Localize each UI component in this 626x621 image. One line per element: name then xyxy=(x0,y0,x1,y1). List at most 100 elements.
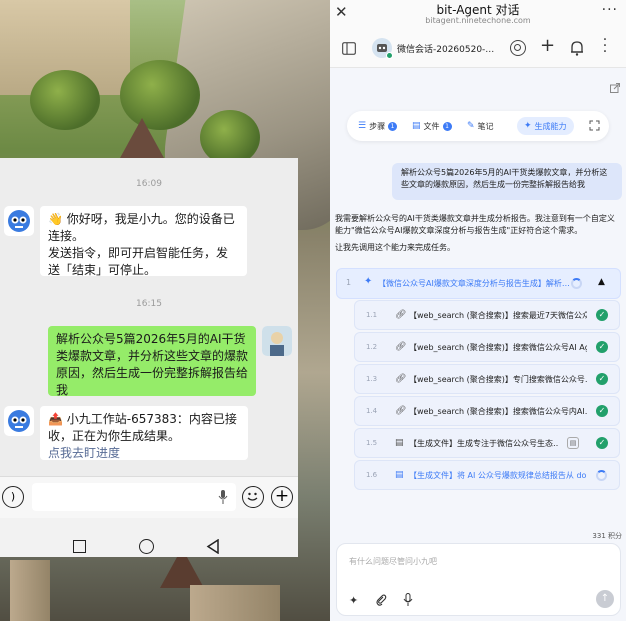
sparkle-icon: ✦ xyxy=(364,276,373,287)
session-title[interactable]: 微信会话-20260520-… xyxy=(397,42,494,55)
sparkle-icon: ✦ xyxy=(524,121,532,131)
step-number: 1 xyxy=(346,278,352,287)
user-avatar-icon xyxy=(262,326,292,356)
sidebar-toggle-icon[interactable] xyxy=(342,42,356,55)
tab-steps[interactable]: ☰ 步骤 1 xyxy=(358,114,398,138)
browser-icon[interactable] xyxy=(510,40,526,56)
tree xyxy=(200,110,260,165)
tree xyxy=(30,70,100,130)
timestamp: 16:15 xyxy=(136,299,162,309)
file-icon: ▤ xyxy=(395,438,404,448)
collapse-icon[interactable]: ▲ xyxy=(598,277,605,287)
file-icon: ▤ xyxy=(395,470,404,480)
user-message-bubble: 解析公众号5篇2026年5月的AI干货类爆款文章，并分析这些文章的爆款原因，然后… xyxy=(48,326,256,397)
step-number: 1.5 xyxy=(366,439,378,447)
step-row[interactable]: 1.2 🔗︎ 【web_search (聚合搜索)】搜索微信公众号AI Ag… … xyxy=(354,332,620,362)
agent-app: ✕ bit-Agent 对话 bitagent.ninetechone.com … xyxy=(330,0,626,621)
loading-spinner-icon xyxy=(596,470,607,481)
count-badge: 1 xyxy=(388,121,398,131)
step-row[interactable]: 1.4 🔗︎ 【web_search (聚合搜索)】搜索微信公众号内AI… ✓ xyxy=(354,396,620,426)
step-label: 【生成文件】将 AI 公众号爆款规律总结报告从 do… xyxy=(409,471,587,480)
step-number: 1.2 xyxy=(366,343,378,351)
share-icon[interactable] xyxy=(610,83,620,93)
step-label: 【微信公众号AI爆款文章深度分析与报告生成】解析… xyxy=(378,279,570,288)
bell-icon[interactable] xyxy=(570,40,584,56)
bot-avatar[interactable] xyxy=(4,406,34,436)
recent-apps-icon[interactable] xyxy=(73,540,86,553)
home-icon[interactable] xyxy=(139,539,154,554)
step-label: 【web_search (聚合搜索)】搜索微信公众号内AI… xyxy=(409,407,587,416)
tower-roof xyxy=(120,118,164,158)
link-icon: 🔗︎ xyxy=(395,374,407,384)
attach-icon[interactable] xyxy=(375,594,387,606)
message-text: 解析公众号5篇2026年5月的AI干货类爆款文章，并分析这些文章的爆款原因，然后… xyxy=(401,168,608,189)
chip-label: 步骤 xyxy=(369,121,386,131)
step-label: 【web_search (聚合搜索)】搜索最近7天微信公众… xyxy=(409,311,587,320)
tab-files[interactable]: ▤ 文件 1 xyxy=(412,114,452,138)
browser-title-bar: ✕ bit-Agent 对话 bitagent.ninetechone.com … xyxy=(330,0,626,30)
list-icon: ☰ xyxy=(358,121,367,131)
wechat-chat-window: 16:09 👋 你好呀，我是小九。您的设备已连接。 发送指令，即可开启智能任务，… xyxy=(0,158,298,557)
session-avatar xyxy=(372,38,393,59)
new-chat-icon[interactable]: + xyxy=(540,35,555,56)
plus-icon[interactable]: + xyxy=(271,486,293,508)
microphone-icon[interactable] xyxy=(218,490,228,504)
robot-icon xyxy=(8,210,30,232)
user-avatar[interactable] xyxy=(262,326,292,356)
step-row[interactable]: 1.6 ▤ 【生成文件】将 AI 公众号爆款规律总结报告从 do… xyxy=(354,460,620,490)
building xyxy=(190,585,280,621)
chip-label: 笔记 xyxy=(477,121,494,131)
step-number: 1.3 xyxy=(366,375,378,383)
progress-link[interactable]: 点我去盯进度 xyxy=(48,445,240,462)
tab-generate-capability[interactable]: ✦ 生成能力 xyxy=(517,117,574,135)
message-input[interactable] xyxy=(32,483,236,511)
check-icon: ✓ xyxy=(596,341,608,353)
link-icon: 🔗︎ xyxy=(395,310,407,320)
voice-mode-icon[interactable]: ) xyxy=(2,486,24,508)
check-icon: ✓ xyxy=(596,405,608,417)
link-icon: 🔗︎ xyxy=(395,406,407,416)
file-preview-icon[interactable]: ▤ xyxy=(567,437,579,449)
menu-icon[interactable]: · · · xyxy=(602,33,608,59)
bot-avatar[interactable] xyxy=(4,206,34,236)
online-status-dot xyxy=(386,52,393,59)
assistant-message: 我需要解析公众号的AI干货类爆款文章并生成分析报告。我注意到有一个自定义能力"微… xyxy=(335,213,622,254)
check-icon: ✓ xyxy=(596,437,608,449)
tower xyxy=(10,560,50,621)
emoji-icon[interactable] xyxy=(242,486,264,508)
bot-message-bubble: 📤 小九工作站-657383：内容已接收，正在为你生成结果。 点我去盯进度 xyxy=(40,406,248,460)
count-badge: 1 xyxy=(442,121,452,131)
more-icon[interactable]: ··· xyxy=(602,2,618,18)
step-number: 1.1 xyxy=(366,311,378,319)
app-toolbar: 微信会话-20260520-… + · · · xyxy=(330,30,626,68)
step-row[interactable]: 1.1 🔗︎ 【web_search (聚合搜索)】搜索最近7天微信公众… ✓ xyxy=(354,300,620,330)
robot-icon xyxy=(8,410,30,432)
main-step-row[interactable]: 1 ✦ 【微信公众号AI爆款文章深度分析与报告生成】解析… ▲ xyxy=(336,268,621,299)
sparkle-icon[interactable]: ✦ xyxy=(349,594,358,607)
expand-icon[interactable] xyxy=(589,120,600,131)
check-icon: ✓ xyxy=(596,309,608,321)
message-text: 👋 你好呀，我是小九。您的设备已连接。 xyxy=(48,212,235,243)
message-text: 📤 小九工作站-657383：内容已接收，正在为你生成结果。 xyxy=(48,412,237,443)
step-number: 1.4 xyxy=(366,407,378,415)
back-icon[interactable] xyxy=(206,539,220,554)
microphone-icon[interactable] xyxy=(403,593,413,607)
message-text: 我需要解析公众号的AI干货类爆款文章并生成分析报告。我注意到有一个自定义能力"微… xyxy=(335,214,615,235)
emoji-face-icon xyxy=(247,492,258,501)
step-number: 1.6 xyxy=(366,471,378,479)
step-row[interactable]: 1.3 🔗︎ 【web_search (聚合搜索)】专门搜索微信公众号… ✓ xyxy=(354,364,620,394)
user-message-bubble: 解析公众号5篇2026年5月的AI干货类爆款文章，并分析这些文章的爆款原因，然后… xyxy=(392,163,622,200)
step-row[interactable]: 1.5 ▤ 【生成文件】生成专注于微信公众号生态… ▤ ✓ xyxy=(354,428,620,458)
loading-spinner-icon xyxy=(571,278,582,289)
chat-input-bar: ) + xyxy=(0,476,298,518)
timestamp: 16:09 xyxy=(136,179,162,189)
check-icon: ✓ xyxy=(596,373,608,385)
chip-label: 文件 xyxy=(423,121,440,131)
prompt-input-box[interactable]: 有什么问题尽管问小九吧 ✦ ↑ xyxy=(336,543,621,616)
send-icon[interactable]: ↑ xyxy=(596,590,614,608)
message-text: 发送指令，即可开启智能任务，发送「结束」可停止。 xyxy=(48,246,229,277)
step-label: 【生成文件】生成专注于微信公众号生态… xyxy=(409,439,559,448)
tab-notes[interactable]: ✎ 笔记 xyxy=(467,114,494,138)
note-icon: ✎ xyxy=(467,121,475,131)
prompt-placeholder: 有什么问题尽管问小九吧 xyxy=(349,557,437,566)
